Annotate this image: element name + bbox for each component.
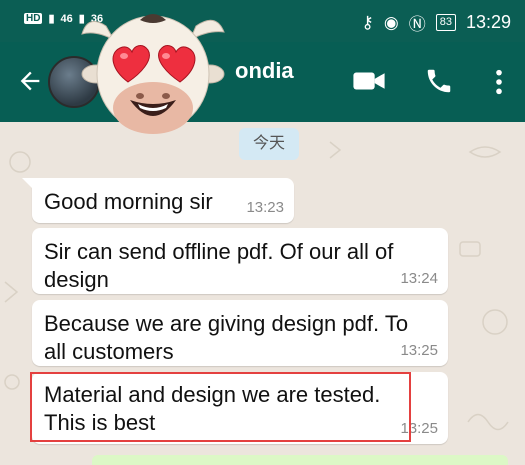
date-chip: 今天 bbox=[239, 128, 299, 160]
voice-call-icon[interactable] bbox=[424, 66, 454, 96]
message-line: Sir can send offline pdf. Of our all of bbox=[44, 239, 394, 264]
message-text: Material and design we are tested. This … bbox=[44, 381, 380, 437]
cow-memoji-sticker bbox=[81, 14, 225, 134]
chat-screen: HD ▮ 46 ▮ 36 ⚷ ◉ Ⓝ 83 13:29 ondia 今天 Goo… bbox=[0, 0, 525, 465]
message-line: This is best bbox=[44, 410, 156, 435]
message-text: Because we are giving design pdf. To all… bbox=[44, 310, 408, 366]
back-arrow-icon[interactable] bbox=[16, 67, 44, 95]
message-time: 13:25 bbox=[400, 420, 438, 437]
message-line: Material and design we are tested. bbox=[44, 382, 381, 407]
more-options-icon[interactable] bbox=[494, 68, 504, 96]
message-time: 13:23 bbox=[246, 199, 284, 216]
message-line: design bbox=[44, 267, 109, 292]
contact-name[interactable]: ondia bbox=[235, 58, 294, 84]
battery-icon: 83 bbox=[435, 14, 456, 31]
signal-1-icon: ▮ bbox=[48, 13, 55, 25]
video-call-icon[interactable] bbox=[352, 68, 386, 94]
nfc-icon: Ⓝ bbox=[408, 15, 426, 34]
message-text: Good morning sir bbox=[44, 189, 213, 214]
message-line: Because we are giving design pdf. To bbox=[44, 311, 409, 336]
message-bubble[interactable]: Because we are giving design pdf. To all… bbox=[32, 300, 448, 366]
message-bubble[interactable]: Good morning sir 13:23 bbox=[22, 178, 294, 223]
message-line: all customers bbox=[44, 339, 174, 364]
message-time: 13:25 bbox=[400, 342, 438, 359]
signal-1-label: 46 bbox=[60, 12, 73, 25]
status-right: ⚷ ◉ Ⓝ 83 13:29 bbox=[361, 10, 511, 35]
outgoing-message-bubble[interactable] bbox=[92, 455, 508, 465]
message-text: Sir can send offline pdf. Of our all of … bbox=[44, 238, 393, 294]
status-time: 13:29 bbox=[465, 12, 511, 32]
message-time: 13:24 bbox=[400, 270, 438, 287]
chat-area[interactable]: 今天 Good morning sir 13:23 Sir can send o… bbox=[0, 122, 525, 465]
eye-icon: ◉ bbox=[383, 12, 399, 32]
message-bubble[interactable]: Sir can send offline pdf. Of our all of … bbox=[32, 228, 448, 294]
hd-badge: HD bbox=[24, 13, 43, 24]
key-icon: ⚷ bbox=[361, 12, 374, 32]
message-bubble[interactable]: Material and design we are tested. This … bbox=[32, 372, 448, 444]
